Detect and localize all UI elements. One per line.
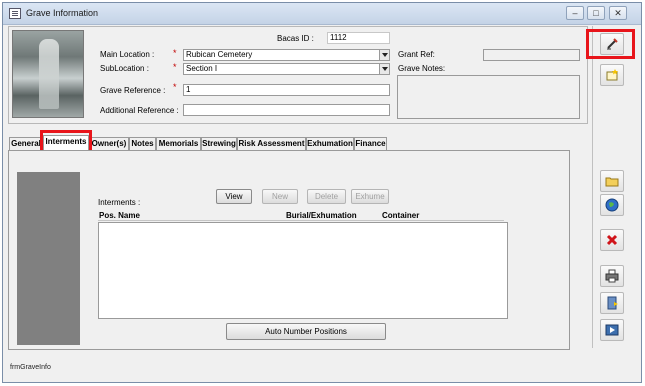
required-marker: * <box>173 62 177 72</box>
tab-strewing[interactable]: Strewing <box>201 137 237 150</box>
edit-highlight-box <box>586 29 635 59</box>
interments-label: Interments : <box>98 198 141 207</box>
grave-notes-field[interactable] <box>397 75 580 119</box>
column-burial-exhumation[interactable]: Burial/Exhumation <box>286 211 357 220</box>
interments-table-header: Pos. Name Burial/Exhumation Container <box>98 210 504 221</box>
bacas-id-field: 1112 <box>327 32 390 44</box>
next-icon <box>605 324 619 336</box>
sublocation-value: Section I <box>186 64 218 73</box>
grant-ref-field[interactable] <box>483 49 580 61</box>
interments-table[interactable] <box>98 222 508 319</box>
new-button[interactable]: New <box>262 189 298 204</box>
minimize-button[interactable]: – <box>566 6 584 20</box>
grave-photo[interactable] <box>12 30 84 118</box>
column-container[interactable]: Container <box>382 211 419 220</box>
new-record-icon <box>606 69 618 81</box>
delete-record-button[interactable] <box>600 229 624 251</box>
tab-memorials[interactable]: Memorials <box>156 137 201 150</box>
maximize-button[interactable]: □ <box>587 6 605 20</box>
form-name-status: frmGraveInfo <box>10 364 51 371</box>
form-icon <box>9 8 21 19</box>
web-button[interactable] <box>600 194 624 216</box>
exhume-button[interactable]: Exhume <box>351 189 389 204</box>
column-pos-name[interactable]: Pos. Name <box>99 211 140 220</box>
print-button[interactable] <box>600 265 624 287</box>
required-marker: * <box>173 48 177 58</box>
tab-owners[interactable]: Owner(s) <box>89 137 129 150</box>
tab-general[interactable]: General <box>9 137 43 150</box>
exit-icon <box>607 296 618 310</box>
auto-number-positions-button[interactable]: Auto Number Positions <box>226 323 386 340</box>
tab-notes[interactable]: Notes <box>129 137 156 150</box>
tab-exhumation[interactable]: Exhumation <box>306 137 354 150</box>
grave-notes-label: Grave Notes: <box>398 64 446 73</box>
sublocation-label: SubLocation : <box>100 64 149 73</box>
tab-finance[interactable]: Finance <box>354 137 387 150</box>
main-location-value: Rubican Cemetery <box>186 50 253 59</box>
tab-risk-assessment[interactable]: Risk Assessment <box>237 137 306 150</box>
additional-reference-label: Additional Reference : <box>100 106 179 115</box>
window-title: Grave Information <box>26 8 99 18</box>
folder-icon <box>605 177 619 187</box>
new-record-button[interactable] <box>600 64 624 86</box>
title-bar: Grave Information – □ ✕ <box>3 3 641 25</box>
chevron-down-icon[interactable] <box>379 50 389 60</box>
close-button[interactable]: ✕ <box>609 6 627 20</box>
chevron-down-icon[interactable] <box>379 64 389 74</box>
delete-icon <box>606 234 618 246</box>
required-marker: * <box>173 82 177 92</box>
exit-button[interactable] <box>600 292 624 314</box>
additional-reference-field[interactable] <box>183 104 390 116</box>
main-location-label: Main Location : <box>100 50 155 59</box>
print-icon <box>605 269 619 283</box>
interment-image-placeholder <box>17 172 80 345</box>
grave-reference-label: Grave Reference : <box>100 86 166 95</box>
open-folder-button[interactable] <box>600 170 624 192</box>
bacas-id-label: Bacas ID : <box>277 34 314 43</box>
delete-button[interactable]: Delete <box>307 189 346 204</box>
grant-ref-label: Grant Ref: <box>398 50 435 59</box>
globe-icon <box>605 198 619 212</box>
view-button[interactable]: View <box>216 189 252 204</box>
grave-reference-field[interactable]: 1 <box>183 84 390 96</box>
sublocation-dropdown[interactable]: Section I <box>183 63 390 75</box>
main-location-dropdown[interactable]: Rubican Cemetery <box>183 49 390 61</box>
next-button[interactable] <box>600 319 624 341</box>
